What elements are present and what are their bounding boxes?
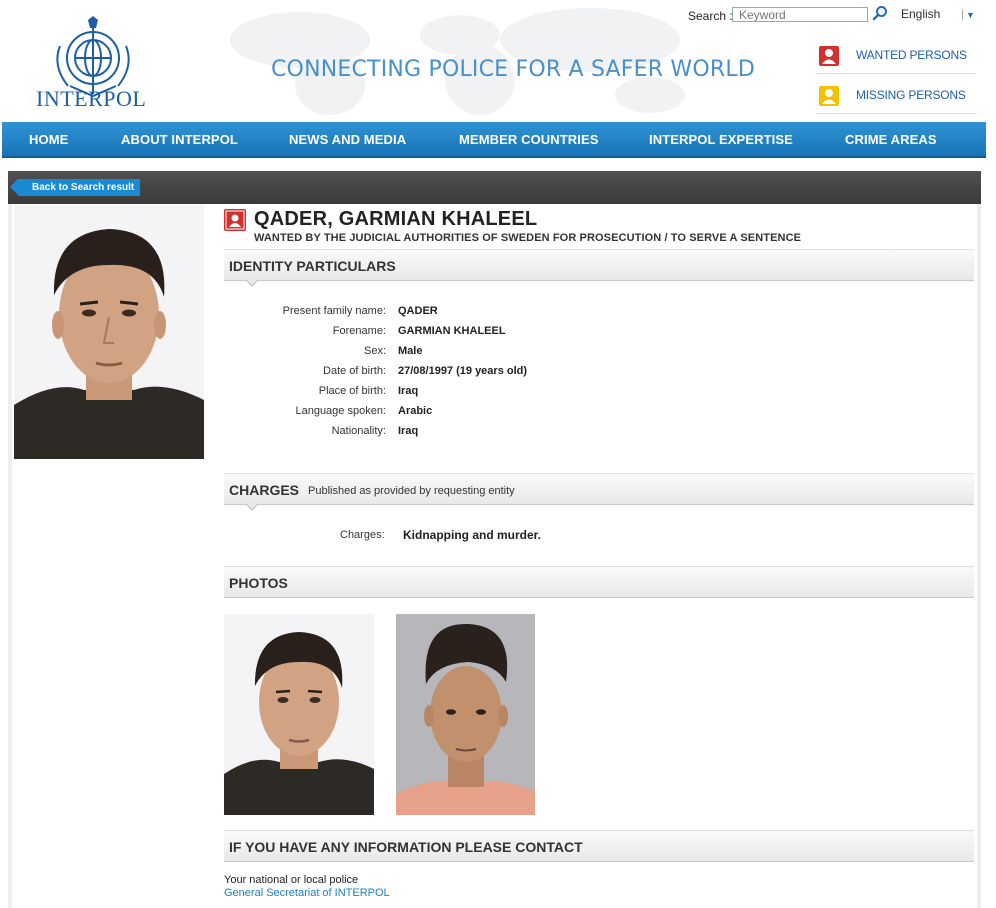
chevron-down-icon[interactable]: ▼ bbox=[966, 10, 975, 20]
field-label: Present family name: bbox=[282, 305, 386, 317]
nav-crime-areas[interactable]: CRIME AREAS bbox=[845, 132, 937, 147]
contact-link[interactable]: General Secretariat of INTERPOL bbox=[224, 887, 390, 899]
interpol-logo-text[interactable]: INTERPOL bbox=[36, 86, 146, 112]
identity-row: Nationality: Iraq bbox=[224, 425, 824, 441]
identity-row: Date of birth: 27/08/1997 (19 years old) bbox=[224, 365, 824, 381]
field-label: Sex: bbox=[363, 345, 386, 357]
back-to-search-button[interactable]: Back to Search result bbox=[9, 179, 141, 196]
field-value: GARMIAN KHALEEL bbox=[398, 325, 506, 337]
nav-news-and-media[interactable]: NEWS AND MEDIA bbox=[289, 132, 406, 147]
photo-thumbnail[interactable] bbox=[396, 614, 535, 815]
field-label: Date of birth: bbox=[323, 365, 386, 377]
field-value: Arabic bbox=[398, 405, 433, 417]
wanted-persons-link[interactable]: WANTED PERSONS bbox=[816, 40, 976, 74]
field-value: Iraq bbox=[398, 425, 419, 437]
field-value: 27/08/1997 (19 years old) bbox=[398, 365, 528, 377]
search-icon[interactable] bbox=[872, 5, 888, 21]
photos-section-header: PHOTOS bbox=[224, 566, 974, 598]
section-notch bbox=[246, 280, 258, 287]
nav-home[interactable]: HOME bbox=[29, 132, 68, 147]
identity-section-header: IDENTITY PARTICULARS bbox=[224, 249, 974, 287]
search-input[interactable] bbox=[732, 7, 868, 22]
section-title: IF YOU HAVE ANY INFORMATION PLEASE CONTA… bbox=[229, 839, 583, 855]
nav-about-interpol[interactable]: ABOUT INTERPOL bbox=[121, 132, 238, 147]
contact-section-header: IF YOU HAVE ANY INFORMATION PLEASE CONTA… bbox=[224, 830, 974, 862]
wanted-persons-label: WANTED PERSONS bbox=[856, 48, 967, 62]
wanted-notice-icon bbox=[816, 44, 842, 68]
section-title: CHARGES bbox=[229, 482, 300, 498]
identity-row: Present family name: QADER bbox=[224, 305, 824, 321]
main-photo bbox=[14, 205, 204, 459]
divider bbox=[816, 73, 976, 74]
identity-row: Place of birth: Iraq bbox=[224, 385, 824, 401]
field-label: Nationality: bbox=[331, 425, 386, 437]
charges-value: Kidnapping and murder. bbox=[403, 528, 542, 542]
section-subtitle: Published as provided by requesting enti… bbox=[308, 485, 515, 497]
field-label: Forename: bbox=[332, 325, 386, 337]
charges-section-header: CHARGES Published as provided by request… bbox=[224, 473, 974, 511]
field-value: QADER bbox=[398, 305, 438, 317]
section-notch bbox=[246, 504, 258, 511]
main-nav: HOME ABOUT INTERPOL NEWS AND MEDIA MEMBE… bbox=[2, 122, 986, 158]
section-title: PHOTOS bbox=[229, 575, 288, 591]
person-name: QADER, GARMIAN KHALEEL bbox=[254, 208, 538, 230]
nav-member-countries[interactable]: MEMBER COUNTRIES bbox=[459, 132, 599, 147]
missing-notice-icon bbox=[819, 86, 839, 106]
charges-label: Charges: bbox=[340, 529, 385, 541]
field-label: Language spoken: bbox=[295, 405, 386, 417]
wanted-notice-icon bbox=[224, 209, 246, 231]
missing-persons-label: MISSING PERSONS bbox=[856, 88, 966, 102]
identity-row: Sex: Male bbox=[224, 345, 824, 361]
wanted-by-text: WANTED BY THE JUDICIAL AUTHORITIES OF SW… bbox=[254, 232, 802, 244]
section-title: IDENTITY PARTICULARS bbox=[229, 258, 396, 274]
divider bbox=[816, 113, 976, 114]
language-separator: | bbox=[961, 7, 965, 21]
field-value: Iraq bbox=[398, 385, 419, 397]
content-toolbar bbox=[8, 171, 981, 204]
field-label: Place of birth: bbox=[318, 385, 386, 397]
language-selector[interactable]: English bbox=[901, 7, 940, 21]
site-tagline: CONNECTING POLICE FOR A SAFER WORLD bbox=[271, 57, 755, 82]
photo-thumbnail[interactable] bbox=[224, 614, 374, 815]
identity-row: Forename: GARMIAN KHALEEL bbox=[224, 325, 824, 341]
contact-line: Your national or local police bbox=[224, 874, 359, 886]
site-header: INTERPOL CONNECTING POLICE FOR A SAFER W… bbox=[0, 0, 996, 122]
field-value: Male bbox=[398, 345, 423, 357]
nav-interpol-expertise[interactable]: INTERPOL EXPERTISE bbox=[649, 132, 793, 147]
search-label: Search : bbox=[688, 9, 733, 23]
identity-row: Language spoken: Arabic bbox=[224, 405, 824, 421]
missing-persons-link[interactable]: MISSING PERSONS bbox=[816, 80, 976, 114]
